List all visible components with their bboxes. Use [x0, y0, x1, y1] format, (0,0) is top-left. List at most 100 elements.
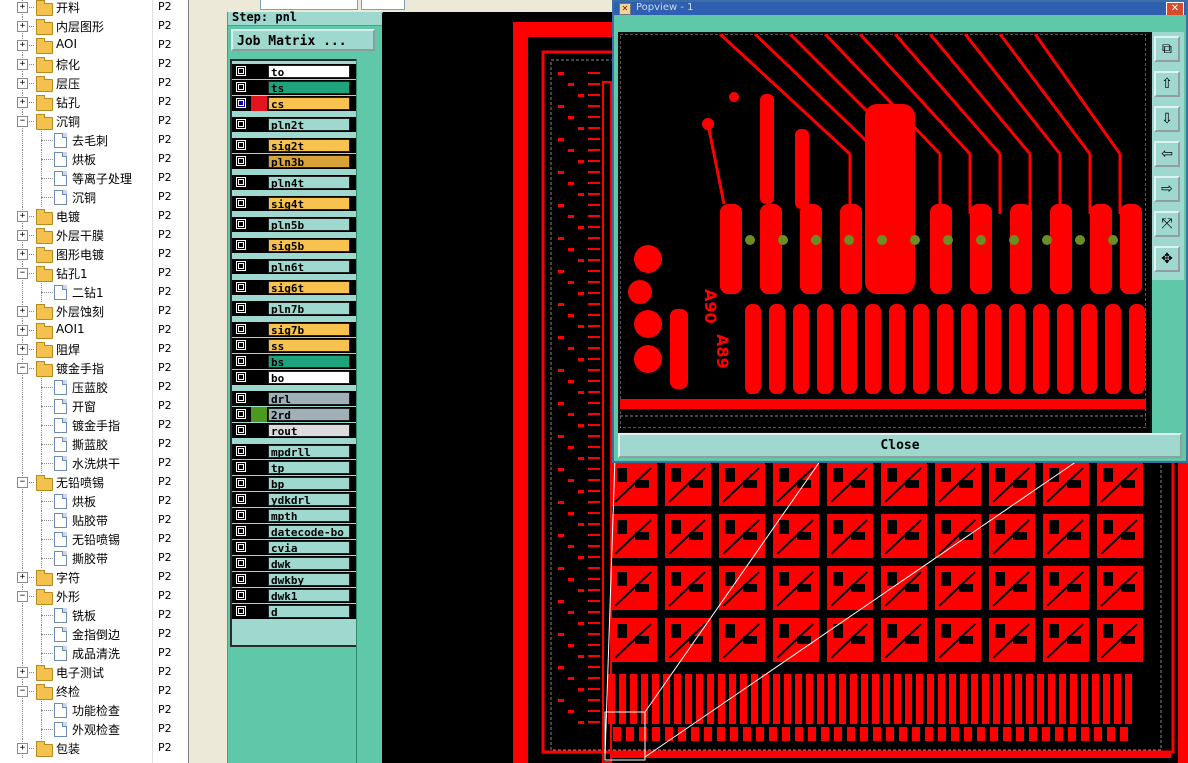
layer-row[interactable]: bp — [232, 476, 356, 491]
toolbar-field[interactable] — [361, 0, 405, 10]
collapse-icon[interactable]: − — [17, 268, 28, 279]
tree-folder-item[interactable]: + 棕化 P2 — [0, 55, 188, 74]
expand-icon[interactable]: + — [17, 211, 28, 222]
layer-checkbox[interactable] — [236, 393, 246, 403]
layer-checkbox[interactable] — [236, 462, 246, 472]
layer-checkbox[interactable] — [236, 282, 246, 292]
layer-row[interactable]: pln7b — [232, 301, 356, 316]
layer-row[interactable]: ts — [232, 80, 356, 95]
tree-doc-item[interactable]: 撕蓝胶 P2 — [0, 435, 188, 454]
layer-row[interactable]: dwk — [232, 556, 356, 571]
expand-icon[interactable]: + — [17, 40, 28, 51]
layer-name[interactable]: pln3b — [268, 155, 350, 168]
tree-doc-item[interactable]: 外观检查 P2 — [0, 720, 188, 739]
layer-color-swatch[interactable] — [251, 524, 267, 539]
layer-row[interactable]: bs — [232, 354, 356, 369]
layer-color-swatch[interactable] — [251, 476, 267, 491]
tree-doc-item[interactable]: 水洗烘干 P2 — [0, 454, 188, 473]
layer-row[interactable]: bo — [232, 370, 356, 385]
layer-row[interactable]: datecode-bo — [232, 524, 356, 539]
tree-doc-item[interactable]: 功能检查 P2 — [0, 701, 188, 720]
layer-checkbox[interactable] — [236, 303, 246, 313]
collapse-icon[interactable]: − — [17, 477, 28, 488]
expand-icon[interactable]: + — [17, 249, 28, 260]
expand-icon[interactable]: + — [17, 325, 28, 336]
tree-folder-item[interactable]: + 外层蚀刻 P2 — [0, 302, 188, 321]
layer-checkbox[interactable] — [236, 590, 246, 600]
layer-row[interactable]: pln2t — [232, 117, 356, 132]
tree-doc-item[interactable]: 压蓝胶 P2 — [0, 378, 188, 397]
layer-color-swatch[interactable] — [251, 391, 267, 406]
expand-icon[interactable]: + — [17, 306, 28, 317]
tree-folder-item[interactable]: − 无铅喷锡 P2 — [0, 473, 188, 492]
layer-color-swatch[interactable] — [251, 354, 267, 369]
layer-name[interactable]: pln4t — [268, 176, 350, 189]
layer-checkbox[interactable] — [236, 510, 246, 520]
layer-name[interactable]: sig5b — [268, 239, 350, 252]
layer-color-swatch[interactable] — [251, 280, 267, 295]
tree-doc-item[interactable]: 沉铜 P2 — [0, 188, 188, 207]
expand-icon[interactable]: + — [17, 2, 28, 13]
layer-color-swatch[interactable] — [251, 540, 267, 555]
pan-right-icon[interactable]: ⇨ — [1154, 176, 1180, 202]
layer-checkbox[interactable] — [236, 446, 246, 456]
layer-name[interactable]: datecode-bo — [268, 525, 350, 538]
layer-name[interactable]: sig2t — [268, 139, 350, 152]
layer-row[interactable]: mpdrll — [232, 444, 356, 459]
layer-name[interactable]: ts — [268, 81, 350, 94]
tree-folder-item[interactable]: + 层压 P2 — [0, 74, 188, 93]
layer-row[interactable]: cs — [232, 96, 356, 111]
layer-row[interactable]: 2rd — [232, 407, 356, 422]
tree-folder-item[interactable]: − 镀金手指 P2 — [0, 359, 188, 378]
layer-checkbox[interactable] — [236, 198, 246, 208]
layer-color-swatch[interactable] — [251, 572, 267, 587]
layer-name[interactable]: drl — [268, 392, 350, 405]
collapse-icon[interactable]: − — [17, 591, 28, 602]
layer-name[interactable]: bp — [268, 477, 350, 490]
tree-folder-item[interactable]: − 钻孔1 P2 — [0, 264, 188, 283]
layer-row[interactable]: dwkby — [232, 572, 356, 587]
layer-color-swatch[interactable] — [251, 217, 267, 232]
layer-row[interactable]: tp — [232, 460, 356, 475]
layer-checkbox[interactable] — [236, 409, 246, 419]
layer-row[interactable]: cvia — [232, 540, 356, 555]
layer-row[interactable]: mpth — [232, 508, 356, 523]
process-tree[interactable]: + 开料 P2 + 内层图形 P2 + AOI P2 + 棕化 P2 + 层压 P2 + 钻孔 P2− 沉铜 P2 去毛… — [0, 0, 189, 763]
layer-row[interactable]: to — [232, 64, 356, 79]
tree-folder-item[interactable]: − 终检 P2 — [0, 682, 188, 701]
layer-color-swatch[interactable] — [251, 80, 267, 95]
tree-folder-item[interactable]: + 内层图形 P2 — [0, 17, 188, 36]
layer-checkbox[interactable] — [236, 156, 246, 166]
tree-doc-item[interactable]: 等离子处理 P2 — [0, 169, 188, 188]
layer-checkbox[interactable] — [236, 606, 246, 616]
layer-name[interactable]: sig6t — [268, 281, 350, 294]
layer-row[interactable]: sig4t — [232, 196, 356, 211]
tree-doc-item[interactable]: 成品清洗 P2 — [0, 644, 188, 663]
layer-name[interactable]: bo — [268, 371, 350, 384]
tree-doc-item[interactable]: 开窗 P2 — [0, 397, 188, 416]
popview-canvas[interactable]: A90 A89 — [618, 32, 1152, 434]
tree-doc-item[interactable]: 铣板 P2 — [0, 606, 188, 625]
expand-icon[interactable]: + — [17, 21, 28, 32]
layer-row[interactable]: ss — [232, 338, 356, 353]
zoom-home-icon[interactable]: ✥ — [1154, 246, 1180, 272]
tree-doc-item[interactable]: 二钻1 P2 — [0, 283, 188, 302]
expand-icon[interactable]: + — [17, 572, 28, 583]
layer-name[interactable]: dwkby — [268, 573, 350, 586]
expand-icon[interactable]: + — [17, 344, 28, 355]
tree-folder-item[interactable]: + 钻孔 P2 — [0, 93, 188, 112]
layer-checkbox[interactable] — [236, 140, 246, 150]
layer-row[interactable]: pln3b — [232, 154, 356, 169]
layer-name[interactable]: dwk1 — [268, 589, 350, 602]
layer-name[interactable]: pln6t — [268, 260, 350, 273]
expand-icon[interactable]: + — [17, 97, 28, 108]
layer-checkbox[interactable] — [236, 558, 246, 568]
layer-name[interactable]: rout — [268, 424, 350, 437]
layer-checkbox[interactable] — [236, 66, 246, 76]
tree-folder-item[interactable]: + 阻焊 P2 — [0, 340, 188, 359]
layer-color-swatch[interactable] — [251, 508, 267, 523]
tree-folder-item[interactable]: + 开料 P2 — [0, 0, 188, 17]
layer-name[interactable]: ss — [268, 339, 350, 352]
layer-checkbox[interactable] — [236, 261, 246, 271]
zoom-window-icon[interactable]: ⧉ — [1154, 36, 1180, 62]
